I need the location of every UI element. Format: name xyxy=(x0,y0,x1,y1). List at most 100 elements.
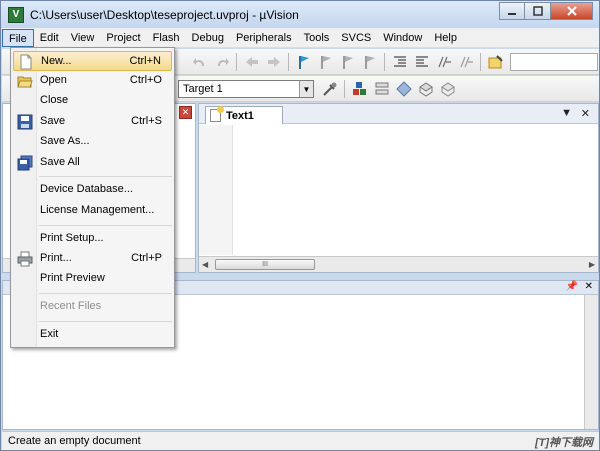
bookmark-prev-icon[interactable] xyxy=(318,54,334,70)
menu-item-save-all[interactable]: Save All xyxy=(13,153,172,173)
close-icon xyxy=(566,6,577,16)
toolbar-separator xyxy=(384,53,385,71)
pin-icon[interactable]: 📌 xyxy=(566,281,578,292)
uncomment-icon[interactable] xyxy=(458,54,474,70)
bookmark-next-icon[interactable] xyxy=(340,54,356,70)
menu-window[interactable]: Window xyxy=(377,29,428,47)
redo-icon[interactable] xyxy=(214,54,230,70)
save-icon xyxy=(17,114,33,130)
maximize-button[interactable] xyxy=(525,2,551,20)
scroll-left-icon[interactable]: ◀ xyxy=(202,260,208,269)
status-text: Create an empty document xyxy=(8,435,141,447)
menu-item-close[interactable]: Close xyxy=(13,91,172,111)
toolbar-separator xyxy=(344,80,345,98)
menu-item-label: Save xyxy=(40,115,66,127)
menu-item-label: New... xyxy=(41,55,72,67)
window-title: C:\Users\user\Desktop\teseproject.uvproj… xyxy=(30,7,299,22)
menu-separator xyxy=(39,293,172,294)
title-bar: V C:\Users\user\Desktop\teseproject.uvpr… xyxy=(1,1,599,28)
menu-flash[interactable]: Flash xyxy=(147,29,186,47)
rte-icon[interactable] xyxy=(440,81,456,97)
menu-item-new[interactable]: New... Ctrl+N xyxy=(13,51,172,71)
menu-debug[interactable]: Debug xyxy=(186,29,230,47)
menu-item-license-management[interactable]: License Management... xyxy=(13,201,172,221)
scroll-right-icon[interactable]: ▶ xyxy=(589,260,595,269)
project-pane-close-button[interactable]: ✕ xyxy=(179,106,192,119)
minimize-icon xyxy=(508,13,516,15)
toolbar-separator xyxy=(288,53,289,71)
build-output-scrollbar[interactable] xyxy=(584,295,598,429)
file-extensions-icon[interactable] xyxy=(374,81,390,97)
menu-item-label: Save All xyxy=(40,156,80,168)
menu-item-label: Open xyxy=(40,74,67,86)
scroll-thumb[interactable]: III xyxy=(215,259,315,270)
menu-peripherals[interactable]: Peripherals xyxy=(230,29,298,47)
toolbar-separator xyxy=(236,53,237,71)
uvision-app-icon: V xyxy=(8,6,24,23)
unindent-icon[interactable] xyxy=(414,54,430,70)
build-output-close-button[interactable]: ✕ xyxy=(585,281,593,292)
menu-project[interactable]: Project xyxy=(100,29,146,47)
menu-item-label: Recent Files xyxy=(40,300,102,312)
menu-item-save[interactable]: Save Ctrl+S xyxy=(13,112,172,132)
menu-item-print-setup[interactable]: Print Setup... xyxy=(13,229,172,249)
menu-item-print-preview[interactable]: Print Preview xyxy=(13,269,172,289)
editor-horizontal-scrollbar[interactable]: ◀ III ▶ xyxy=(199,256,598,272)
menu-tools[interactable]: Tools xyxy=(298,29,336,47)
menu-item-device-database[interactable]: Device Database... xyxy=(13,180,172,200)
tab-list-dropdown[interactable]: ▼ xyxy=(561,107,572,119)
menu-item-label: Save As... xyxy=(40,135,90,147)
menu-file[interactable]: File xyxy=(2,28,34,47)
window-controls xyxy=(499,2,593,20)
menu-item-label: Print Setup... xyxy=(40,232,104,244)
navigate-back-icon[interactable] xyxy=(244,54,260,70)
main-window: V C:\Users\user\Desktop\teseproject.uvpr… xyxy=(0,0,600,451)
menu-item-print[interactable]: Print... Ctrl+P xyxy=(13,249,172,269)
editor-tab-strip: Text1 ▼ ✕ xyxy=(199,104,598,124)
menu-item-shortcut: Ctrl+O xyxy=(129,74,162,86)
menu-item-shortcut: Ctrl+N xyxy=(129,55,161,67)
target-options-icon[interactable] xyxy=(322,81,338,97)
editor-pane: Text1 ▼ ✕ ◀ III ▶ xyxy=(198,103,599,273)
select-packs-icon[interactable] xyxy=(396,81,412,97)
menu-edit[interactable]: Edit xyxy=(34,29,65,47)
navigate-forward-icon[interactable] xyxy=(266,54,282,70)
menu-bar: File Edit View Project Flash Debug Perip… xyxy=(2,28,599,48)
menu-item-label: License Management... xyxy=(40,204,155,216)
manage-components-icon[interactable] xyxy=(352,81,368,97)
menu-item-save-as[interactable]: Save As... xyxy=(13,132,172,152)
pack-installer-icon[interactable] xyxy=(418,81,434,97)
menu-item-shortcut: Ctrl+S xyxy=(131,115,162,127)
target-value: Target 1 xyxy=(183,83,223,95)
menu-item-label: Print... xyxy=(40,252,72,264)
menu-view[interactable]: View xyxy=(65,29,101,47)
save-all-icon xyxy=(17,155,33,171)
bookmark-flag-icon[interactable] xyxy=(296,54,312,70)
menu-item-label: Close xyxy=(40,94,69,106)
toolbar-separator xyxy=(480,53,481,71)
menu-item-recent-files: Recent Files xyxy=(13,297,172,317)
find-in-files-icon[interactable] xyxy=(488,54,504,70)
close-button[interactable] xyxy=(551,2,593,20)
minimize-button[interactable] xyxy=(499,2,525,20)
bookmark-clear-icon[interactable] xyxy=(362,54,378,70)
undo-icon[interactable] xyxy=(192,54,208,70)
chevron-down-icon[interactable]: ▼ xyxy=(299,81,313,97)
target-select[interactable]: Target 1 ▼ xyxy=(178,80,314,98)
tab-close-button[interactable]: ✕ xyxy=(581,107,590,120)
menu-separator xyxy=(39,176,172,177)
menu-svcs[interactable]: SVCS xyxy=(335,29,377,47)
tab-label: Text1 xyxy=(226,109,254,122)
maximize-icon xyxy=(532,6,543,16)
comment-icon[interactable] xyxy=(436,54,452,70)
menu-help[interactable]: Help xyxy=(428,29,463,47)
menu-item-label: Exit xyxy=(40,328,59,340)
menu-item-exit[interactable]: Exit xyxy=(13,325,172,345)
menu-item-open[interactable]: Open Ctrl+O xyxy=(13,71,172,91)
tab-text1[interactable]: Text1 xyxy=(205,106,283,124)
menu-item-shortcut: Ctrl+P xyxy=(131,252,162,264)
menu-separator xyxy=(39,321,172,322)
menu-item-label: Print Preview xyxy=(40,272,105,284)
indent-icon[interactable] xyxy=(392,54,408,70)
find-input[interactable] xyxy=(510,53,598,71)
